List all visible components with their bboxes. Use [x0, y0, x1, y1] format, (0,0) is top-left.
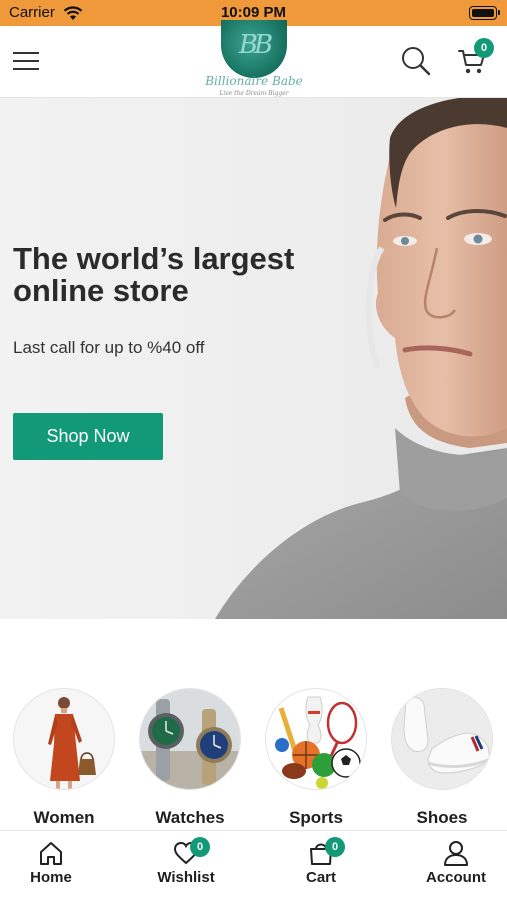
- tab-cart-label: Cart: [305, 869, 336, 886]
- tab-wishlist-label: Wishlist: [157, 869, 215, 886]
- cart-count-badge: 0: [474, 38, 494, 58]
- shoes-category-image: [391, 688, 493, 790]
- wishlist-count-badge: 0: [190, 837, 210, 857]
- tab-home-label: Home: [30, 869, 72, 886]
- sports-category-image: [265, 688, 367, 790]
- app-header: BB Billionaire Babe Live the Dream Bigge…: [0, 20, 507, 98]
- bottom-tab-bar: Home 0 Wishlist 0 Cart Account: [0, 830, 507, 900]
- hero-image: [215, 98, 507, 619]
- logo-tagline: Live the Dream Bigger: [219, 90, 289, 97]
- home-icon: [40, 842, 62, 865]
- cart-tab-count-badge: 0: [325, 837, 345, 857]
- logo-monogram: BB: [238, 30, 273, 60]
- tab-wishlist[interactable]: 0 Wishlist: [123, 831, 249, 900]
- watches-category-image: [139, 688, 241, 790]
- category-watches[interactable]: Watches: [127, 688, 253, 828]
- hero-banner: The world’s largest online store Last ca…: [0, 98, 507, 619]
- category-label: Women: [33, 808, 95, 827]
- search-icon[interactable]: [400, 45, 432, 77]
- hero-subtitle: Last call for up to %40 off: [13, 338, 205, 357]
- shop-now-button[interactable]: Shop Now: [13, 413, 163, 460]
- category-label: Sports: [289, 808, 343, 827]
- user-icon: [444, 841, 468, 866]
- category-women[interactable]: Women: [1, 688, 127, 828]
- battery-icon: [469, 6, 500, 20]
- clock: 10:09 PM: [220, 4, 287, 21]
- category-shoes[interactable]: Shoes: [379, 688, 505, 828]
- category-label: Shoes: [416, 808, 468, 827]
- category-list: Women Watches Sports Shoes: [0, 688, 507, 830]
- tab-account-label: Account: [426, 869, 486, 886]
- menu-icon[interactable]: [12, 49, 40, 73]
- tab-account[interactable]: Account: [393, 831, 507, 900]
- logo-text: Billionaire Babe: [205, 74, 303, 88]
- tab-cart[interactable]: 0 Cart: [258, 831, 384, 900]
- hero-title: The world’s largest online store: [13, 241, 295, 308]
- tab-home[interactable]: Home: [0, 831, 114, 900]
- brand-logo[interactable]: BB Billionaire Babe Live the Dream Bigge…: [196, 20, 312, 102]
- category-label: Watches: [155, 808, 225, 827]
- women-category-image: [13, 688, 115, 790]
- category-sports[interactable]: Sports: [253, 688, 379, 828]
